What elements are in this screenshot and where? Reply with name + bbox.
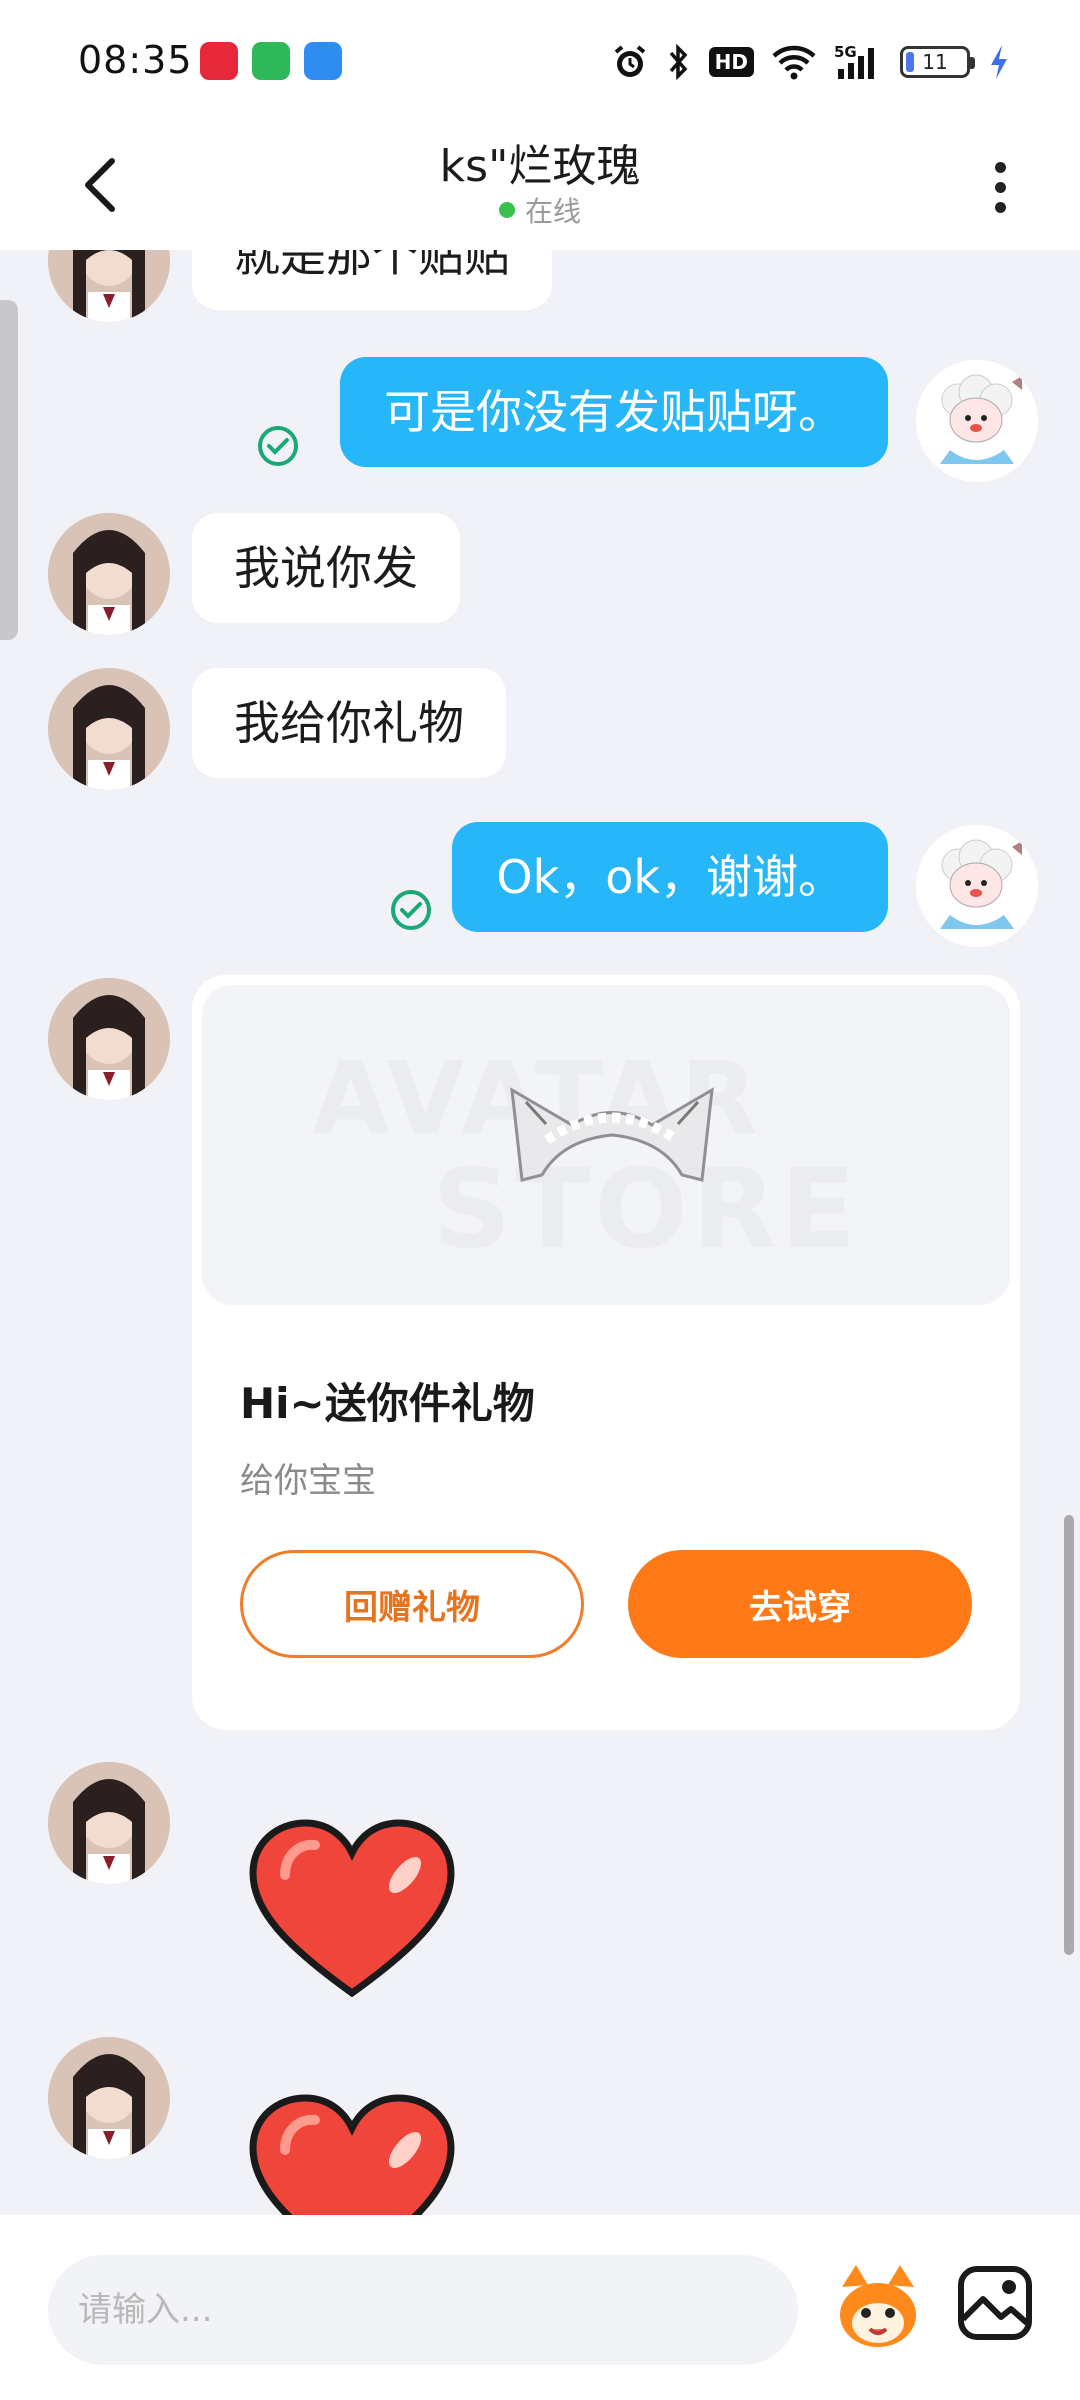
- image-icon: [958, 2266, 1032, 2340]
- alarm-icon: [611, 43, 649, 81]
- message-bubble-outgoing[interactable]: 可是你没有发贴贴呀。: [340, 357, 888, 467]
- my-avatar[interactable]: [916, 360, 1038, 482]
- battery-icon: 11: [900, 46, 975, 78]
- gift-title: Hi~送你件礼物: [240, 1379, 535, 1428]
- heart-sticker[interactable]: [245, 2090, 460, 2215]
- gift-subtitle: 给你宝宝: [240, 1461, 376, 1501]
- message-bubble-incoming[interactable]: 就是那个贴贴: [192, 250, 552, 310]
- battery-level: 11: [922, 50, 948, 74]
- app-notification-icon-blue: [304, 42, 342, 80]
- more-dot: [994, 181, 1006, 193]
- my-avatar[interactable]: [916, 825, 1038, 947]
- read-check-icon: [389, 888, 433, 932]
- cat-ear-headband-icon: [510, 1087, 714, 1182]
- contact-avatar[interactable]: [48, 2037, 170, 2159]
- wifi-icon: [772, 44, 816, 80]
- online-dot-icon: [498, 202, 515, 218]
- more-options-button[interactable]: [980, 152, 1020, 222]
- heart-sticker[interactable]: [245, 1815, 460, 2005]
- contact-avatar[interactable]: [48, 978, 170, 1100]
- read-check-icon: [256, 424, 300, 468]
- more-dot: [994, 201, 1006, 213]
- gift-card[interactable]: AVATAR STORE Hi~送你件礼物 给你宝宝 回赠礼物 去试穿: [192, 975, 1020, 1730]
- emoji-button[interactable]: [828, 2257, 928, 2357]
- more-dot: [994, 161, 1006, 173]
- edge-handle[interactable]: [0, 300, 18, 640]
- input-bar: [0, 2215, 1080, 2400]
- contact-name: ks"烂玫瑰: [439, 141, 641, 192]
- svg-text:5G: 5G: [834, 43, 857, 61]
- online-status: 在线: [0, 190, 1080, 230]
- hd-icon: HD: [708, 47, 754, 77]
- image-picker-button[interactable]: [955, 2263, 1035, 2343]
- message-bubble-outgoing[interactable]: Ok，ok，谢谢。: [452, 822, 888, 932]
- status-icons: HD 5G 11: [611, 40, 1010, 84]
- fox-mascot-icon: [840, 2265, 916, 2347]
- contact-avatar[interactable]: [48, 513, 170, 635]
- online-status-label: 在线: [524, 195, 581, 228]
- chat-header: ks"烂玫瑰 在线: [0, 120, 1080, 250]
- charging-icon: [988, 43, 1010, 81]
- 5g-signal-icon: 5G: [834, 43, 882, 81]
- message-bubble-incoming[interactable]: 我说你发: [192, 513, 460, 623]
- try-on-button[interactable]: 去试穿: [628, 1550, 972, 1658]
- message-input[interactable]: [48, 2255, 798, 2365]
- gift-preview[interactable]: AVATAR STORE: [202, 985, 1010, 1305]
- app-notification-icon-green: [252, 42, 290, 80]
- return-gift-button[interactable]: 回赠礼物: [240, 1550, 584, 1658]
- status-bar: 08:35 HD 5G 11: [0, 0, 1080, 120]
- scrollbar[interactable]: [1064, 1515, 1074, 1955]
- message-bubble-incoming[interactable]: 我给你礼物: [192, 668, 506, 778]
- bluetooth-icon: [667, 43, 691, 81]
- app-notification-icon-red: [200, 42, 238, 80]
- contact-avatar[interactable]: [48, 668, 170, 790]
- chat-message-list[interactable]: 就是那个贴贴 可是你没有发贴贴呀。 我说你发 我给你礼物 Ok，ok，谢谢。 A…: [0, 250, 1080, 2215]
- status-time: 08:35: [78, 38, 193, 82]
- contact-avatar[interactable]: [48, 1762, 170, 1884]
- contact-avatar[interactable]: [48, 250, 170, 322]
